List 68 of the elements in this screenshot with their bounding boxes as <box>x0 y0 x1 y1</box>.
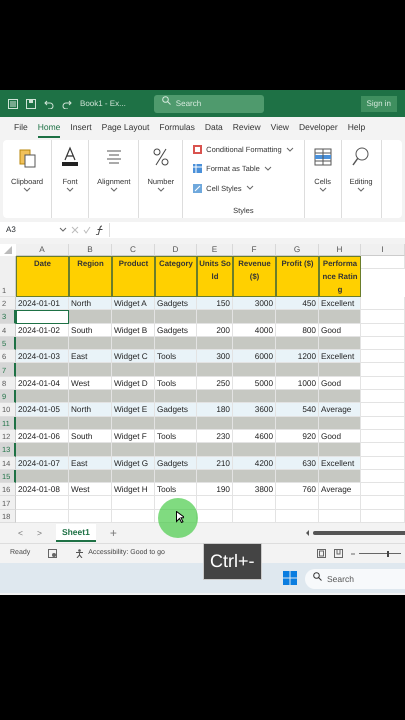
table-cell: 210 <box>197 456 233 470</box>
column-header[interactable]: C <box>112 244 155 256</box>
table-cell: 150 <box>197 297 233 310</box>
column-header[interactable]: D <box>155 244 197 256</box>
table-cell: Widget C <box>112 350 155 364</box>
search-field[interactable]: Search <box>154 94 264 112</box>
table-cell: 6000 <box>233 350 276 364</box>
table-cell: 2024-01-08 <box>16 483 69 496</box>
table-cell: Average <box>319 403 361 417</box>
table-cell: East <box>69 456 112 470</box>
table-cell: Excellent <box>319 456 361 470</box>
table-cell: Average <box>319 483 361 496</box>
table-cell: Gadgets <box>155 403 197 417</box>
menu-tab[interactable]: Formulas <box>159 119 195 138</box>
menu-tab[interactable]: Developer <box>298 119 338 138</box>
table-cell: 450 <box>276 297 319 310</box>
menu-tab[interactable]: File <box>14 119 28 138</box>
table-cell: Gadgets <box>155 456 197 470</box>
menu-tab[interactable]: Home <box>38 119 60 138</box>
table-cell: Tools <box>155 483 197 496</box>
menu-tab[interactable]: Help <box>348 119 366 138</box>
table-cell: 540 <box>276 403 319 417</box>
table-cell: 630 <box>276 456 319 470</box>
column-header[interactable]: A <box>16 244 69 256</box>
name-box[interactable]: A3 <box>0 224 55 236</box>
table-cell: Excellent <box>319 350 361 364</box>
column-header[interactable]: F <box>233 244 276 256</box>
table-cell: 2024-01-05 <box>16 403 69 417</box>
table-cell: 3000 <box>233 297 276 310</box>
table-cell: 4200 <box>233 456 276 470</box>
taskbar-search-field[interactable]: Search <box>305 569 405 590</box>
table-cell: 760 <box>276 483 319 496</box>
column-header[interactable]: I <box>361 244 405 256</box>
table-cell: 1200 <box>276 350 319 364</box>
table-cell: 2024-01-03 <box>16 350 69 364</box>
table-cell: Gadgets <box>155 297 197 310</box>
column-header[interactable]: E <box>197 244 233 256</box>
table-cell: 180 <box>197 403 233 417</box>
table-cell: 190 <box>197 483 233 496</box>
menu-tab[interactable]: Review <box>232 119 261 138</box>
key-overlay: Ctrl+- <box>203 543 262 580</box>
next-sheet-button[interactable]: > <box>36 526 42 540</box>
table-cell: 2024-01-07 <box>16 456 69 470</box>
table-cell: Excellent <box>319 297 361 310</box>
menu-tab[interactable]: Data <box>204 119 223 138</box>
table-cell: 300 <box>197 350 233 364</box>
previous-sheet-button[interactable]: < <box>18 526 23 540</box>
column-header[interactable]: B <box>69 244 112 256</box>
table-cell: Widget G <box>112 456 155 470</box>
menu-tab[interactable]: Insert <box>70 119 92 138</box>
table-cell: Widget A <box>112 297 155 310</box>
table-cell: North <box>69 297 112 310</box>
add-sheet-button[interactable]: + <box>110 524 117 542</box>
column-header[interactable]: H <box>319 244 361 256</box>
table-cell: East <box>69 350 112 364</box>
menu-tab[interactable]: View <box>270 119 289 138</box>
table-cell: Tools <box>155 350 197 364</box>
table-cell: 3800 <box>233 483 276 496</box>
table-cell: 2024-01-01 <box>16 297 69 310</box>
table-cell: Widget H <box>112 483 155 496</box>
menu-tab[interactable]: Page Layout <box>102 119 150 138</box>
table-cell: 3600 <box>233 403 276 417</box>
table-cell: West <box>69 483 112 496</box>
sheet-tab[interactable]: Sheet1 <box>56 524 96 542</box>
table-cell: Widget E <box>112 403 155 417</box>
table-cell: North <box>69 403 112 417</box>
document-title: Book1 - Ex... <box>80 98 126 110</box>
column-header[interactable]: G <box>276 244 319 256</box>
